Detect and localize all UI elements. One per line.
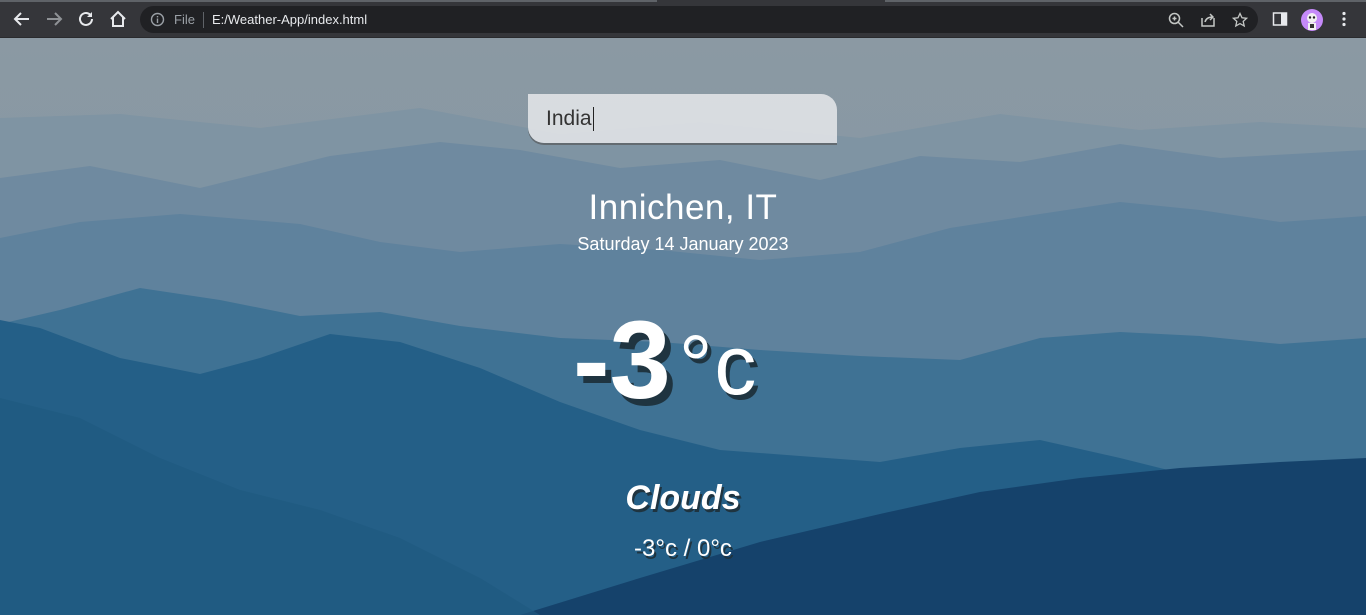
tab-strip-edge xyxy=(0,0,657,2)
search-input[interactable] xyxy=(528,94,837,143)
weather-condition: Clouds xyxy=(625,479,741,517)
info-icon[interactable] xyxy=(150,12,165,27)
url-text[interactable]: E:/Weather-App/index.html xyxy=(212,12,367,27)
temperature-display: -3°c xyxy=(573,306,758,424)
side-panel-icon[interactable] xyxy=(1269,8,1291,30)
reload-icon[interactable] xyxy=(75,8,97,30)
arrow-right-icon[interactable] xyxy=(43,8,65,30)
city-name: Innichen, IT xyxy=(588,188,778,227)
file-scheme-label: File xyxy=(174,12,195,27)
temperature-value: -3 xyxy=(573,299,671,422)
omnibox-divider xyxy=(203,12,204,28)
star-icon[interactable] xyxy=(1231,11,1248,28)
share-icon[interactable] xyxy=(1199,11,1216,28)
kebab-menu-icon[interactable] xyxy=(1333,8,1355,30)
avatar[interactable] xyxy=(1301,9,1323,31)
temperature-range: -3°c / 0°c xyxy=(634,535,732,562)
text-cursor xyxy=(593,107,594,131)
zoom-icon[interactable] xyxy=(1167,11,1184,28)
arrow-left-icon[interactable] xyxy=(11,8,33,30)
tab-strip-edge-right xyxy=(885,0,1366,2)
browser-window: File E:/Weather-App/index.html India Inn… xyxy=(0,0,1366,615)
weather-page: Innichen, IT Saturday 14 January 2023 -3… xyxy=(0,38,1366,615)
address-bar[interactable]: File E:/Weather-App/index.html xyxy=(140,6,1258,33)
current-date: Saturday 14 January 2023 xyxy=(577,234,789,254)
temperature-unit: °c xyxy=(678,318,759,412)
home-icon[interactable] xyxy=(107,8,129,30)
browser-toolbar: File E:/Weather-App/index.html xyxy=(0,0,1366,38)
